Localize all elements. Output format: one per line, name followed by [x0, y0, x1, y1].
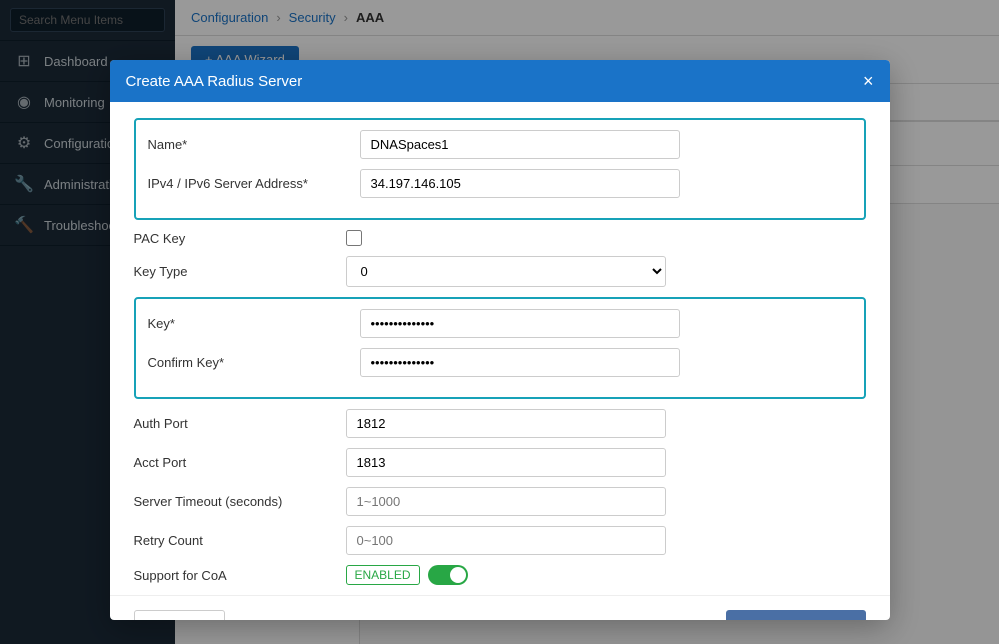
- confirm-key-label: Confirm Key*: [148, 355, 348, 370]
- modal-body: Name* IPv4 / IPv6 Server Address* PAC Ke…: [110, 102, 890, 585]
- auth-port-row: Auth Port: [134, 409, 866, 438]
- key-label: Key*: [148, 316, 348, 331]
- confirm-key-input[interactable]: [360, 348, 680, 377]
- pac-key-label: PAC Key: [134, 231, 334, 246]
- support-coa-toggle[interactable]: [428, 565, 468, 585]
- key-type-select[interactable]: 0 6 7: [346, 256, 666, 287]
- key-input[interactable]: [360, 309, 680, 338]
- key-row: Key*: [148, 309, 852, 338]
- ipv4-row: IPv4 / IPv6 Server Address*: [148, 169, 852, 198]
- name-label: Name*: [148, 137, 348, 152]
- auth-port-input[interactable]: [346, 409, 666, 438]
- server-timeout-label: Server Timeout (seconds): [134, 494, 334, 509]
- modal-title: Create AAA Radius Server: [126, 73, 303, 90]
- acct-port-label: Acct Port: [134, 455, 334, 470]
- confirm-key-row: Confirm Key*: [148, 348, 852, 377]
- name-row: Name*: [148, 130, 852, 159]
- retry-count-input[interactable]: [346, 526, 666, 555]
- acct-port-row: Acct Port: [134, 448, 866, 477]
- name-ip-group: Name* IPv4 / IPv6 Server Address*: [134, 118, 866, 220]
- modal-header: Create AAA Radius Server ×: [110, 60, 890, 102]
- toggle-enabled-label: ENABLED: [346, 565, 420, 585]
- key-type-row: Key Type 0 6 7: [134, 256, 866, 287]
- auth-port-label: Auth Port: [134, 416, 334, 431]
- acct-port-input[interactable]: [346, 448, 666, 477]
- ipv4-label: IPv4 / IPv6 Server Address*: [148, 176, 348, 191]
- toggle-wrapper: ENABLED: [346, 565, 468, 585]
- key-type-label: Key Type: [134, 264, 334, 279]
- server-timeout-row: Server Timeout (seconds): [134, 487, 866, 516]
- apply-icon: ⊞: [742, 617, 753, 620]
- cancel-icon: ↺: [151, 617, 162, 620]
- create-radius-server-modal: Create AAA Radius Server × Name* IPv4 / …: [110, 60, 890, 620]
- modal-footer: ↺ Cancel ⊞ Apply to Device: [110, 595, 890, 620]
- cancel-label: Cancel: [167, 618, 207, 621]
- key-group: Key* Confirm Key*: [134, 297, 866, 399]
- retry-count-row: Retry Count: [134, 526, 866, 555]
- retry-count-label: Retry Count: [134, 533, 334, 548]
- cancel-button[interactable]: ↺ Cancel: [134, 610, 225, 620]
- modal-close-button[interactable]: ×: [863, 72, 874, 90]
- pac-key-row: PAC Key: [134, 230, 866, 246]
- ipv4-input[interactable]: [360, 169, 680, 198]
- server-timeout-input[interactable]: [346, 487, 666, 516]
- apply-button[interactable]: ⊞ Apply to Device: [726, 610, 865, 620]
- support-coa-label: Support for CoA: [134, 568, 334, 583]
- toggle-track: [428, 565, 468, 585]
- modal-overlay: Create AAA Radius Server × Name* IPv4 / …: [0, 0, 999, 644]
- name-input[interactable]: [360, 130, 680, 159]
- pac-key-checkbox[interactable]: [346, 230, 362, 246]
- toggle-thumb: [450, 567, 466, 583]
- apply-label: Apply to Device: [759, 618, 849, 621]
- support-coa-row: Support for CoA ENABLED: [134, 565, 866, 585]
